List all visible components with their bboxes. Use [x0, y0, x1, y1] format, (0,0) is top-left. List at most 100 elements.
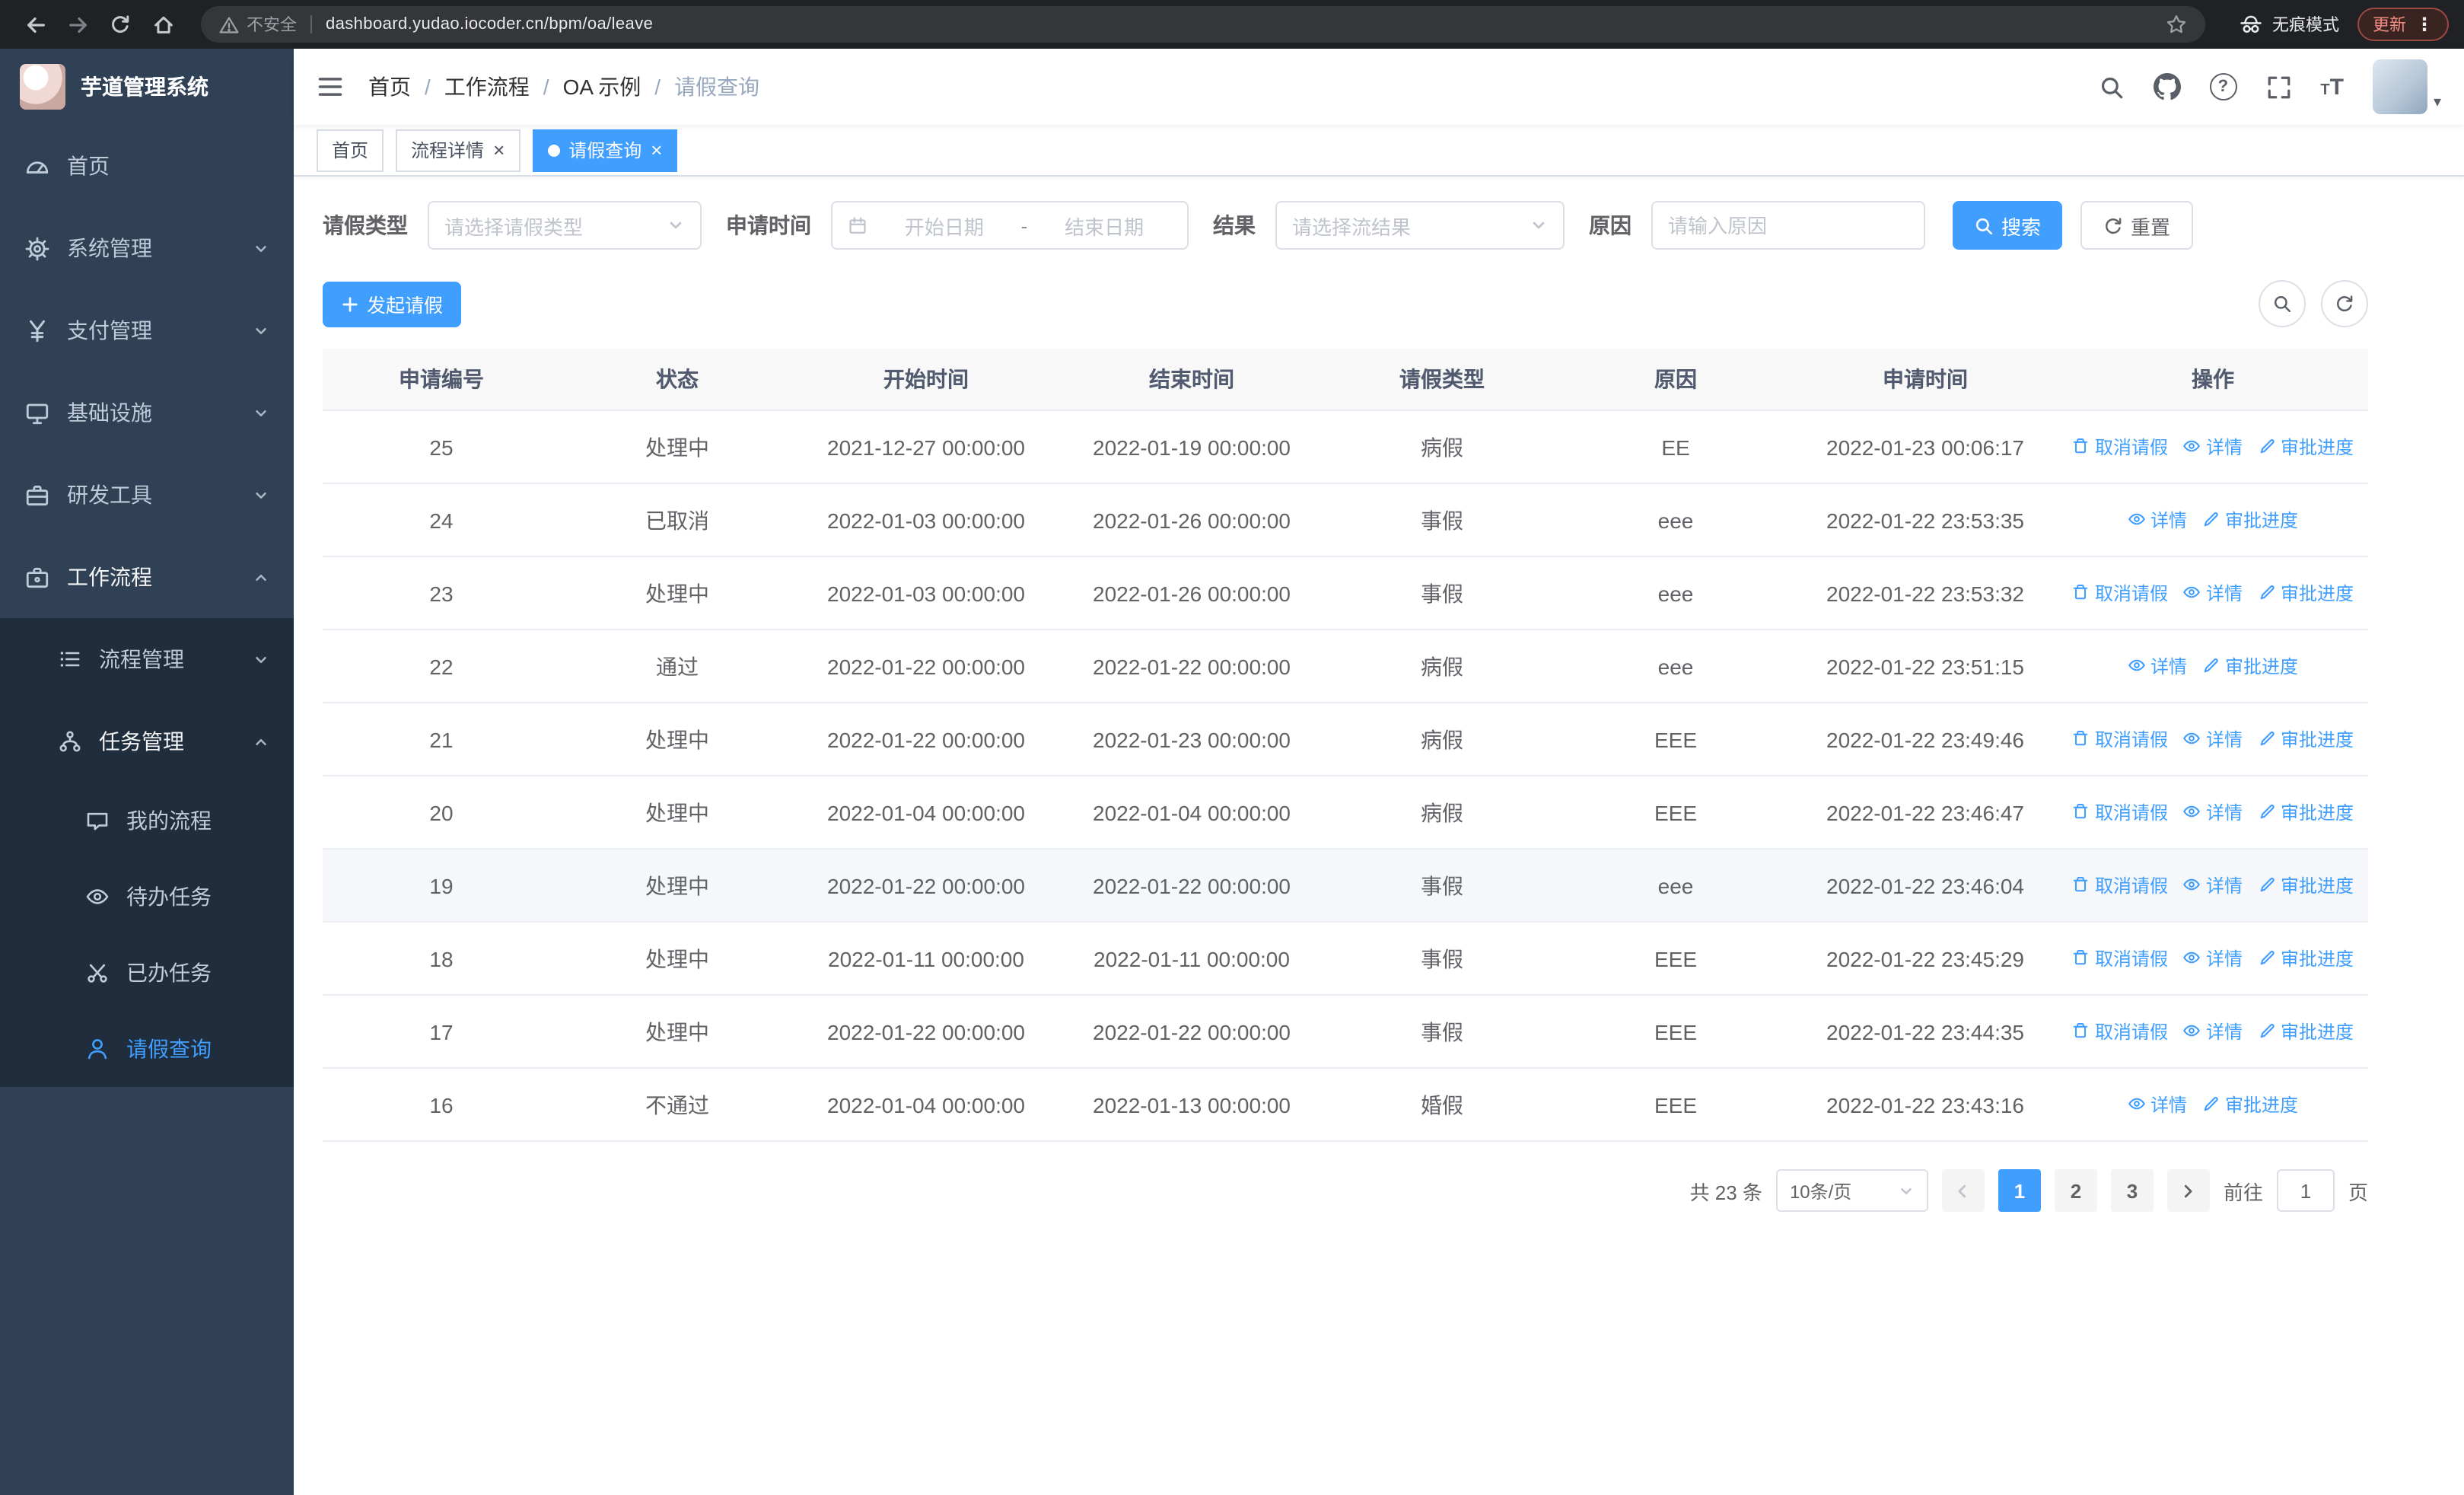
back-arrow-icon	[27, 16, 44, 33]
cancel-leave-link[interactable]: 取消请假	[2072, 434, 2168, 460]
page-size-select[interactable]: 10条/页	[1775, 1169, 1928, 1212]
start-date-placeholder: 开始日期	[904, 215, 984, 238]
detail-link[interactable]: 详情	[2128, 507, 2187, 533]
next-page-button[interactable]	[2166, 1169, 2210, 1212]
cancel-leave-link[interactable]: 取消请假	[2072, 726, 2168, 752]
tab-process-detail[interactable]: 流程详情 ×	[396, 129, 520, 171]
user-menu[interactable]: ▾	[2372, 59, 2441, 114]
trash-icon	[2074, 950, 2089, 965]
toggle-search-button[interactable]	[2259, 280, 2306, 327]
browser-update-button[interactable]: 更新 ⋮	[2357, 8, 2449, 41]
goto-suffix: 页	[2348, 1181, 2368, 1203]
detail-link[interactable]: 详情	[2183, 726, 2243, 752]
cell-applied: 2022-01-23 00:06:17	[1793, 410, 2058, 484]
approval-progress-link[interactable]: 审批进度	[2258, 580, 2354, 606]
sidebar-item-payment[interactable]: 支付管理	[0, 289, 294, 371]
pagination: 共 23 条 10条/页 1 2 3 前往 1 页	[323, 1169, 2368, 1212]
prev-page-button[interactable]	[1941, 1169, 1985, 1212]
security-label[interactable]: 不安全	[247, 12, 297, 37]
font-size-icon[interactable]: TT	[2320, 75, 2344, 98]
sidebar-item-todo-tasks[interactable]: 待办任务	[0, 859, 294, 935]
cell-applied: 2022-01-22 23:45:29	[1793, 922, 2058, 996]
detail-link[interactable]: 详情	[2183, 1018, 2243, 1044]
help-icon[interactable]: ?	[2209, 73, 2237, 100]
sidebar-item-home[interactable]: 首页	[0, 125, 294, 207]
tags-view-bar: 首页 流程详情 × 请假查询 ×	[294, 125, 2464, 177]
search-button[interactable]: 搜索	[1953, 201, 2063, 250]
approval-progress-link[interactable]: 审批进度	[2202, 653, 2298, 679]
tab-leave-query[interactable]: 请假查询 ×	[532, 129, 678, 171]
cancel-leave-link[interactable]: 取消请假	[2072, 799, 2168, 825]
leave-type-select[interactable]: 请选择请假类型	[428, 201, 702, 250]
hamburger-icon[interactable]	[317, 73, 344, 100]
cancel-leave-link[interactable]: 取消请假	[2072, 872, 2168, 898]
sidebar-item-infrastructure[interactable]: 基础设施	[0, 371, 294, 454]
bookmark-star-icon[interactable]	[2166, 14, 2187, 35]
breadcrumb-item[interactable]: 首页	[368, 72, 411, 102]
breadcrumb-item[interactable]: 工作流程	[444, 72, 530, 102]
detail-link[interactable]: 详情	[2183, 945, 2243, 971]
detail-link[interactable]: 详情	[2183, 434, 2243, 460]
browser-menu-icon[interactable]: ⋮	[2415, 14, 2434, 35]
approval-progress-link[interactable]: 审批进度	[2202, 507, 2298, 533]
cell-status: 处理中	[560, 556, 794, 630]
sidebar-item-process-management[interactable]: 流程管理	[0, 618, 294, 700]
detail-link[interactable]: 详情	[2183, 872, 2243, 898]
search-icon[interactable]	[2098, 74, 2124, 100]
plus-icon	[342, 296, 358, 311]
browser-forward-button[interactable]	[58, 5, 97, 44]
cell-applied: 2022-01-22 23:53:32	[1793, 556, 2058, 630]
cell-start: 2022-01-22 00:00:00	[794, 995, 1058, 1069]
close-icon[interactable]: ×	[651, 140, 662, 160]
sidebar-item-system[interactable]: 系统管理	[0, 207, 294, 289]
reason-input[interactable]	[1651, 201, 1925, 250]
goto-page-input[interactable]	[2276, 1169, 2335, 1212]
approval-progress-link[interactable]: 审批进度	[2258, 1018, 2354, 1044]
cell-end: 2022-01-11 00:00:00	[1058, 922, 1326, 996]
page-button-3[interactable]: 3	[2110, 1169, 2154, 1212]
cell-applied: 2022-01-22 23:49:46	[1793, 703, 2058, 776]
apply-time-range-picker[interactable]: 开始日期 - 结束日期	[831, 201, 1189, 250]
cell-actions: 取消请假 详情 审批进度	[2058, 410, 2368, 484]
approval-progress-link[interactable]: 审批进度	[2258, 434, 2354, 460]
tab-home[interactable]: 首页	[317, 129, 384, 171]
avatar[interactable]	[2372, 59, 2427, 114]
detail-link[interactable]: 详情	[2183, 580, 2243, 606]
cell-actions: 取消请假 详情 审批进度	[2058, 849, 2368, 923]
eye-icon	[2128, 514, 2145, 525]
browser-home-button[interactable]	[143, 5, 183, 44]
table-row: 18 处理中 2022-01-11 00:00:00 2022-01-11 00:00…	[323, 922, 2368, 996]
reset-button[interactable]: 重置	[2080, 201, 2194, 250]
github-icon[interactable]	[2153, 73, 2181, 100]
fullscreen-icon[interactable]	[2265, 74, 2291, 100]
close-icon[interactable]: ×	[493, 140, 505, 160]
browser-back-button[interactable]	[15, 5, 55, 44]
approval-progress-link[interactable]: 审批进度	[2258, 799, 2354, 825]
refresh-table-button[interactable]	[2321, 280, 2368, 327]
approval-progress-link[interactable]: 审批进度	[2258, 945, 2354, 971]
sidebar-item-dev-tools[interactable]: 研发工具	[0, 454, 294, 536]
breadcrumb-item[interactable]: OA 示例	[563, 72, 641, 102]
approval-progress-link[interactable]: 审批进度	[2258, 726, 2354, 752]
sidebar-item-leave-query[interactable]: 请假查询	[0, 1011, 294, 1087]
cancel-leave-link[interactable]: 取消请假	[2072, 945, 2168, 971]
address-bar[interactable]: 不安全 dashboard.yudao.iocoder.cn/bpm/oa/le…	[201, 6, 2205, 43]
chevron-left-icon	[1959, 1184, 1967, 1197]
cancel-leave-link[interactable]: 取消请假	[2072, 1018, 2168, 1044]
browser-reload-button[interactable]	[100, 5, 140, 44]
approval-progress-link[interactable]: 审批进度	[2258, 872, 2354, 898]
create-leave-button[interactable]: 发起请假	[323, 281, 462, 327]
detail-link[interactable]: 详情	[2128, 653, 2187, 679]
sidebar-item-task-management[interactable]: 任务管理	[0, 700, 294, 783]
sidebar-item-workflow[interactable]: 工作流程	[0, 536, 294, 618]
sidebar-item-my-processes[interactable]: 我的流程	[0, 783, 294, 859]
page-button-1[interactable]: 1	[1998, 1169, 2041, 1212]
sidebar-item-done-tasks[interactable]: 已办任务	[0, 935, 294, 1011]
app-logo: 芋道管理系统	[0, 49, 294, 125]
detail-link[interactable]: 详情	[2183, 799, 2243, 825]
detail-link[interactable]: 详情	[2128, 1092, 2187, 1117]
page-button-2[interactable]: 2	[2054, 1169, 2097, 1212]
cancel-leave-link[interactable]: 取消请假	[2072, 580, 2168, 606]
result-select[interactable]: 请选择流结果	[1275, 201, 1565, 250]
approval-progress-link[interactable]: 审批进度	[2202, 1092, 2298, 1117]
